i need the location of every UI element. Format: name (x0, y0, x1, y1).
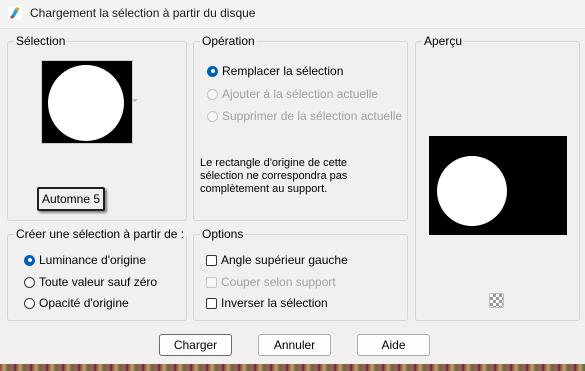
chevron-down-icon[interactable] (132, 99, 138, 102)
preview-image (429, 136, 567, 235)
radio-icon[interactable] (24, 297, 35, 309)
selection-thumbnail[interactable] (41, 60, 133, 144)
transparency-checker-icon[interactable] (489, 293, 504, 308)
selection-name-box: Automne 5 (37, 187, 105, 211)
operation-replace-option[interactable]: Remplacer la sélection (207, 62, 343, 80)
selection-group-label: Sélection (14, 34, 68, 48)
top-left-corner-checkbox[interactable]: Angle supérieur gauche (206, 251, 348, 269)
create-from-group-label: Créer une sélection à partir de : (14, 227, 187, 241)
option-label: Inverser la sélection (221, 296, 328, 310)
checkbox-icon[interactable] (206, 297, 217, 309)
checkbox-icon[interactable] (206, 276, 217, 288)
paint-brush-app-icon (8, 6, 22, 20)
invert-selection-checkbox[interactable]: Inverser la sélection (206, 294, 328, 312)
option-label: Ajouter à la sélection actuelle (222, 87, 379, 101)
preview-circle-shape (437, 156, 507, 226)
radio-icon[interactable] (207, 88, 218, 100)
preview-group-label: Aperçu (422, 34, 465, 48)
radio-icon[interactable] (207, 110, 218, 122)
help-button[interactable]: Aide (357, 334, 430, 356)
radio-icon[interactable] (24, 254, 35, 266)
radio-icon[interactable] (207, 65, 218, 77)
option-label: Couper selon support (221, 275, 336, 289)
window-title: Chargement la sélection à partir du disq… (30, 6, 256, 20)
options-group-label: Options (200, 227, 246, 241)
option-label: Toute valeur sauf zéro (39, 275, 158, 289)
title-bar: Chargement la sélection à partir du disq… (0, 0, 585, 29)
option-label: Remplacer la sélection (222, 64, 344, 78)
crop-to-canvas-checkbox[interactable]: Couper selon support (206, 273, 336, 291)
option-label: Opacité d'origine (39, 296, 129, 310)
create-nonzero-option[interactable]: Toute valeur sauf zéro (24, 273, 157, 291)
create-luminance-option[interactable]: Luminance d'origine (24, 251, 146, 269)
option-label: Angle supérieur gauche (221, 253, 348, 267)
selection-circle-shape (48, 65, 124, 141)
option-label: Luminance d'origine (39, 253, 147, 267)
operation-add-option[interactable]: Ajouter à la sélection actuelle (207, 85, 378, 103)
operation-group-label: Opération (200, 34, 257, 48)
checkbox-icon[interactable] (206, 254, 217, 266)
load-button[interactable]: Charger (159, 334, 232, 356)
cancel-button[interactable]: Annuler (258, 334, 331, 356)
operation-remove-option[interactable]: Supprimer de la sélection actuelle (207, 107, 402, 125)
background-image-strip (0, 364, 585, 371)
option-label: Supprimer de la sélection actuelle (222, 109, 403, 123)
create-opacity-option[interactable]: Opacité d'origine (24, 294, 129, 312)
radio-icon[interactable] (24, 276, 35, 288)
origin-warning-text: Le rectangle d'origine de cette sélectio… (200, 157, 348, 195)
